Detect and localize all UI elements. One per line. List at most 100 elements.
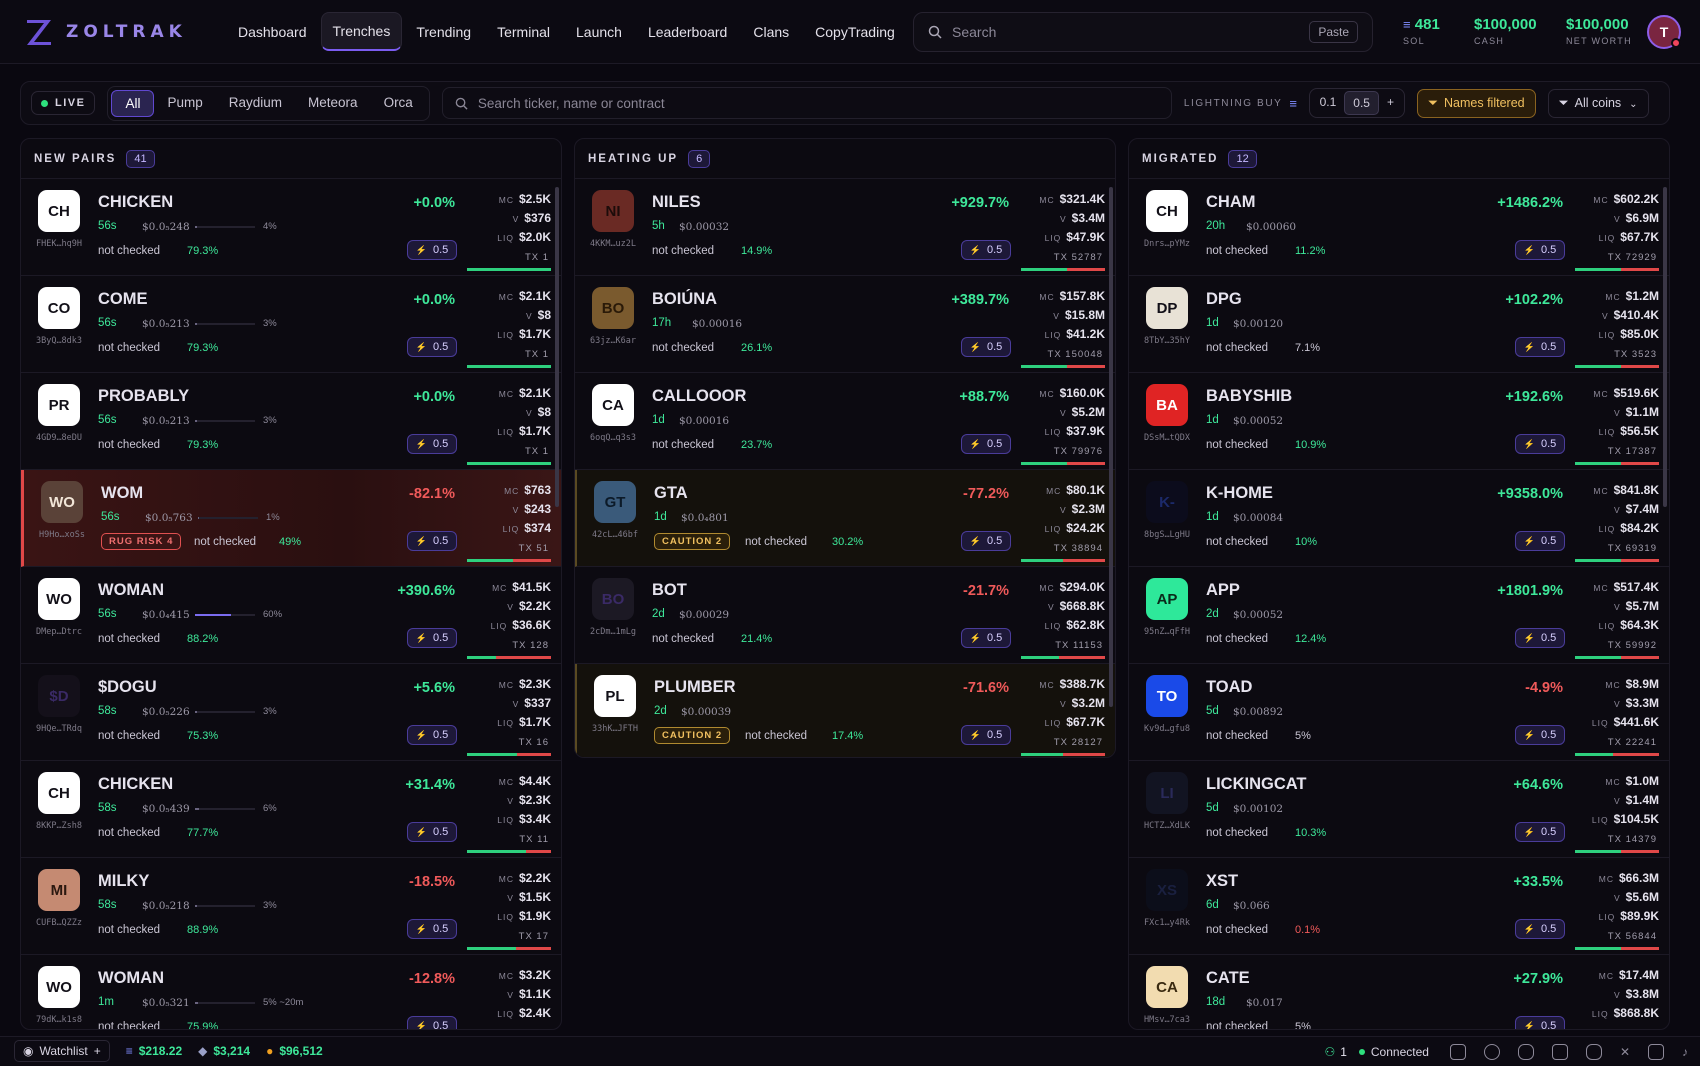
token-name[interactable]: WOM — [101, 484, 143, 503]
token-address[interactable]: 95nZ…qFfH — [1137, 627, 1197, 637]
quick-buy-button[interactable]: ⚡ 0.5 — [407, 337, 457, 357]
filter-chip-pump[interactable]: Pump — [154, 90, 215, 117]
token-name[interactable]: PROBABLY — [98, 387, 189, 406]
token-row[interactable]: MI CUFB…QZZz MILKY 58s $0.0₅218 3% not checked… — [21, 858, 561, 955]
token-avatar[interactable]: BA — [1146, 384, 1188, 426]
quick-buy-button[interactable]: ⚡ 0.5 — [1515, 240, 1565, 260]
token-avatar[interactable]: TO — [1146, 675, 1188, 717]
global-search[interactable]: Search Paste — [913, 12, 1373, 52]
token-row[interactable]: TO Kv9d…gfu8 TOAD 5d $0.00892 not checked 5% -4… — [1129, 664, 1669, 761]
token-address[interactable]: 4GD9…8eDU — [29, 433, 89, 443]
quick-buy-button[interactable]: ⚡ 0.5 — [961, 725, 1011, 745]
search-placeholder[interactable]: Search — [952, 24, 1309, 40]
token-name[interactable]: NILES — [652, 193, 701, 212]
token-address[interactable]: Dnrs…pYMz — [1137, 239, 1197, 249]
token-name[interactable]: DPG — [1206, 290, 1242, 309]
token-address[interactable]: 79dK…k1s8 — [29, 1015, 89, 1025]
token-address[interactable]: FXc1…y4Rk — [1137, 918, 1197, 928]
wallet-icon[interactable] — [1449, 1043, 1466, 1060]
token-address[interactable]: 3ByQ…8dk3 — [29, 336, 89, 346]
token-row[interactable]: $D 9HQe…TRdq $DOGU 58s $0.0₅226 3% not checked… — [21, 664, 561, 761]
token-name[interactable]: BOIÚNA — [652, 290, 717, 309]
token-name[interactable]: K-HOME — [1206, 484, 1273, 503]
token-address[interactable]: CUFB…QZZz — [29, 918, 89, 928]
token-row[interactable]: CA HMsv…7ca3 CATE 18d $0.017 not checked 5% +27… — [1129, 955, 1669, 1029]
token-avatar[interactable]: CH — [1146, 190, 1188, 232]
token-avatar[interactable]: XS — [1146, 869, 1188, 911]
token-row[interactable]: CH FHEK…hq9H CHICKEN 56s $0.0₅248 4% not check… — [21, 179, 561, 276]
token-address[interactable]: DSsM…tQDX — [1137, 433, 1197, 443]
token-name[interactable]: APP — [1206, 581, 1240, 600]
quick-buy-button[interactable]: ⚡ 0.5 — [407, 531, 457, 551]
token-avatar[interactable]: CH — [38, 190, 80, 232]
token-address[interactable]: 33hK…JFTH — [585, 724, 645, 734]
quick-buy-button[interactable]: ⚡ 0.5 — [1515, 822, 1565, 842]
quick-buy-button[interactable]: ⚡ 0.5 — [1515, 1016, 1565, 1029]
token-avatar[interactable]: NI — [592, 190, 634, 232]
token-avatar[interactable]: MI — [38, 869, 80, 911]
token-address[interactable]: 42cL…46bf — [585, 530, 645, 540]
names-filtered-button[interactable]: ⏷ Names filtered — [1417, 88, 1536, 118]
token-row[interactable]: CH 8KKP…Zsh8 CHICKEN 58s $0.0₅439 6% not check… — [21, 761, 561, 858]
token-address[interactable]: 63jz…K6ar — [583, 336, 643, 346]
token-avatar[interactable]: CO — [38, 287, 80, 329]
column-scrollbar[interactable] — [555, 187, 559, 507]
token-avatar[interactable]: WO — [41, 481, 83, 523]
brand-logo[interactable]: ZOLTRAK — [24, 16, 214, 48]
token-row[interactable]: DP 8TbY…35hY DPG 1d $0.00120 not checked 7.1% +… — [1129, 276, 1669, 373]
add-amount-button[interactable]: + — [1379, 91, 1402, 115]
caution-badge[interactable]: CAUTION 2 — [654, 727, 731, 744]
token-avatar[interactable]: BO — [592, 287, 634, 329]
filter-chip-meteora[interactable]: Meteora — [295, 90, 371, 117]
nav-dashboard[interactable]: Dashboard — [226, 13, 319, 51]
token-name[interactable]: $DOGU — [98, 678, 157, 697]
token-name[interactable]: CATE — [1206, 969, 1250, 988]
token-name[interactable]: MILKY — [98, 872, 149, 891]
token-avatar[interactable]: LI — [1146, 772, 1188, 814]
bug-report-icon[interactable] — [1517, 1043, 1534, 1060]
token-address[interactable]: 2cDm…1mLg — [583, 627, 643, 637]
filter-chip-orca[interactable]: Orca — [371, 90, 426, 117]
ticker-search-input[interactable]: Search ticker, name or contract — [441, 87, 1172, 119]
token-row[interactable]: WO DMep…Dtrc WOMAN 56s $0.0₄415 60% not checke… — [21, 567, 561, 664]
token-row[interactable]: AP 95nZ…qFfH APP 2d $0.00052 not checked 12.4%… — [1129, 567, 1669, 664]
token-name[interactable]: CHICKEN — [98, 775, 173, 794]
quick-buy-button[interactable]: ⚡ 0.5 — [1515, 725, 1565, 745]
quick-buy-button[interactable]: ⚡ 0.5 — [961, 434, 1011, 454]
token-avatar[interactable]: AP — [1146, 578, 1188, 620]
discord-icon[interactable] — [1585, 1043, 1602, 1060]
token-row[interactable]: GT 42cL…46bf GTA 1d $0.0₄801 CAUTION 2 not che… — [575, 470, 1115, 567]
token-name[interactable]: TOAD — [1206, 678, 1252, 697]
token-name[interactable]: CHICKEN — [98, 193, 173, 212]
nav-trending[interactable]: Trending — [404, 13, 483, 51]
all-coins-dropdown[interactable]: ⏷ All coins ⌄ — [1547, 88, 1649, 118]
token-name[interactable]: GTA — [654, 484, 688, 503]
nav-launch[interactable]: Launch — [564, 13, 634, 51]
quick-buy-button[interactable]: ⚡ 0.5 — [1515, 337, 1565, 357]
token-name[interactable]: LICKINGCAT — [1206, 775, 1307, 794]
token-name[interactable]: BOT — [652, 581, 687, 600]
quick-buy-button[interactable]: ⚡ 0.5 — [1515, 434, 1565, 454]
quick-buy-button[interactable]: ⚡ 0.5 — [407, 434, 457, 454]
quick-buy-button[interactable]: ⚡ 0.5 — [407, 628, 457, 648]
token-avatar[interactable]: PL — [594, 675, 636, 717]
token-row[interactable]: CH Dnrs…pYMz CHAM 20h $0.00060 not checked 11.… — [1129, 179, 1669, 276]
token-avatar[interactable]: WO — [38, 966, 80, 1008]
paste-button[interactable]: Paste — [1309, 21, 1358, 43]
caution-badge[interactable]: CAUTION 2 — [654, 533, 731, 550]
token-name[interactable]: BABYSHIB — [1206, 387, 1292, 406]
quick-buy-button[interactable]: ⚡ 0.5 — [407, 240, 457, 260]
token-row[interactable]: BA DSsM…tQDX BABYSHIB 1d $0.00052 not checked… — [1129, 373, 1669, 470]
token-address[interactable]: FHEK…hq9H — [29, 239, 89, 249]
token-address[interactable]: 8KKP…Zsh8 — [29, 821, 89, 831]
token-address[interactable]: HMsv…7ca3 — [1137, 1015, 1197, 1025]
token-avatar[interactable]: WO — [38, 578, 80, 620]
token-row[interactable]: BO 63jz…K6ar BOIÚNA 17h $0.00016 not checked 2… — [575, 276, 1115, 373]
quick-buy-button[interactable]: ⚡ 0.5 — [1515, 531, 1565, 551]
token-avatar[interactable]: CH — [38, 772, 80, 814]
token-name[interactable]: CHAM — [1206, 193, 1256, 212]
quick-buy-button[interactable]: ⚡ 0.5 — [961, 628, 1011, 648]
amount-option-0-1[interactable]: 0.1 — [1312, 91, 1345, 115]
quick-buy-button[interactable]: ⚡ 0.5 — [1515, 628, 1565, 648]
ticker-search-placeholder[interactable]: Search ticker, name or contract — [478, 96, 665, 111]
